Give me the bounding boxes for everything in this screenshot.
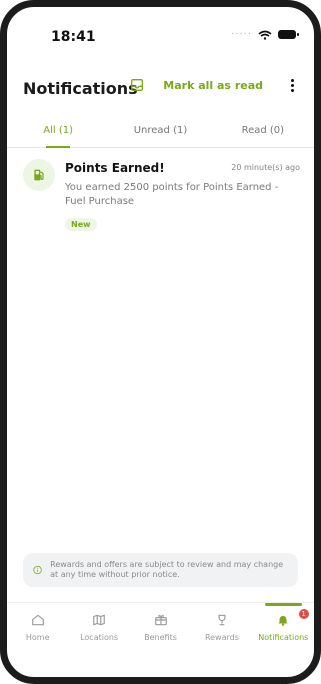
tab-read[interactable]: Read (0): [212, 113, 314, 147]
more-options-icon[interactable]: [291, 78, 294, 92]
tab-bar: All (1) Unread (1) Read (0): [7, 113, 314, 148]
header: Notifications Mark all as read: [7, 69, 314, 107]
notification-title: Points Earned!: [65, 161, 165, 175]
status-bar: 18:41 ·····: [7, 7, 314, 55]
fuel-icon: [23, 159, 55, 191]
mark-all-read-button[interactable]: Mark all as read: [129, 77, 263, 93]
disclaimer-banner: Rewards and offers are subject to review…: [23, 553, 298, 587]
header-actions: Mark all as read: [129, 77, 294, 93]
notification-time: 20 minute(s) ago: [231, 163, 300, 172]
wifi-icon: [258, 30, 272, 40]
inbox-icon: [131, 79, 144, 91]
tab-unread[interactable]: Unread (1): [109, 113, 211, 147]
tab-all[interactable]: All (1): [7, 113, 109, 148]
page-title: Notifications: [23, 79, 138, 98]
map-icon: [93, 614, 105, 626]
nav-notifications[interactable]: 1 Notifications: [253, 603, 314, 663]
notification-body: You earned 2500 points for Points Earned…: [65, 182, 279, 207]
phone-frame: 18:41 ····· Notifications Mark all as re…: [0, 0, 321, 684]
bottom-nav: Home Locations Benefits Rewards 1 Notifi…: [7, 602, 314, 663]
nav-locations-label: Locations: [80, 633, 119, 642]
notification-item[interactable]: Points Earned! 20 minute(s) ago You earn…: [23, 157, 300, 237]
signal-icon: ·····: [231, 29, 252, 40]
nav-locations[interactable]: Locations: [68, 603, 129, 663]
new-badge: New: [65, 218, 97, 231]
gift-icon: [154, 614, 167, 626]
nav-rewards-label: Rewards: [204, 633, 239, 642]
info-icon: [33, 565, 42, 575]
nav-notifications-label: Notifications: [258, 633, 309, 642]
home-icon: [31, 614, 44, 626]
nav-rewards[interactable]: Rewards: [191, 603, 252, 663]
nav-benefits[interactable]: Benefits: [130, 603, 191, 663]
nav-benefits-label: Benefits: [144, 633, 177, 642]
bell-icon: [278, 615, 288, 626]
nav-home[interactable]: Home: [7, 603, 68, 663]
trophy-icon: [218, 614, 226, 626]
disclaimer-text: Rewards and offers are subject to review…: [50, 560, 284, 579]
battery-icon: [278, 30, 299, 39]
status-time: 18:41: [51, 29, 96, 45]
status-icons: ·····: [231, 29, 299, 40]
notification-count-badge: 1: [298, 609, 309, 619]
mark-all-read-label: Mark all as read: [163, 78, 263, 92]
nav-home-label: Home: [25, 633, 50, 642]
